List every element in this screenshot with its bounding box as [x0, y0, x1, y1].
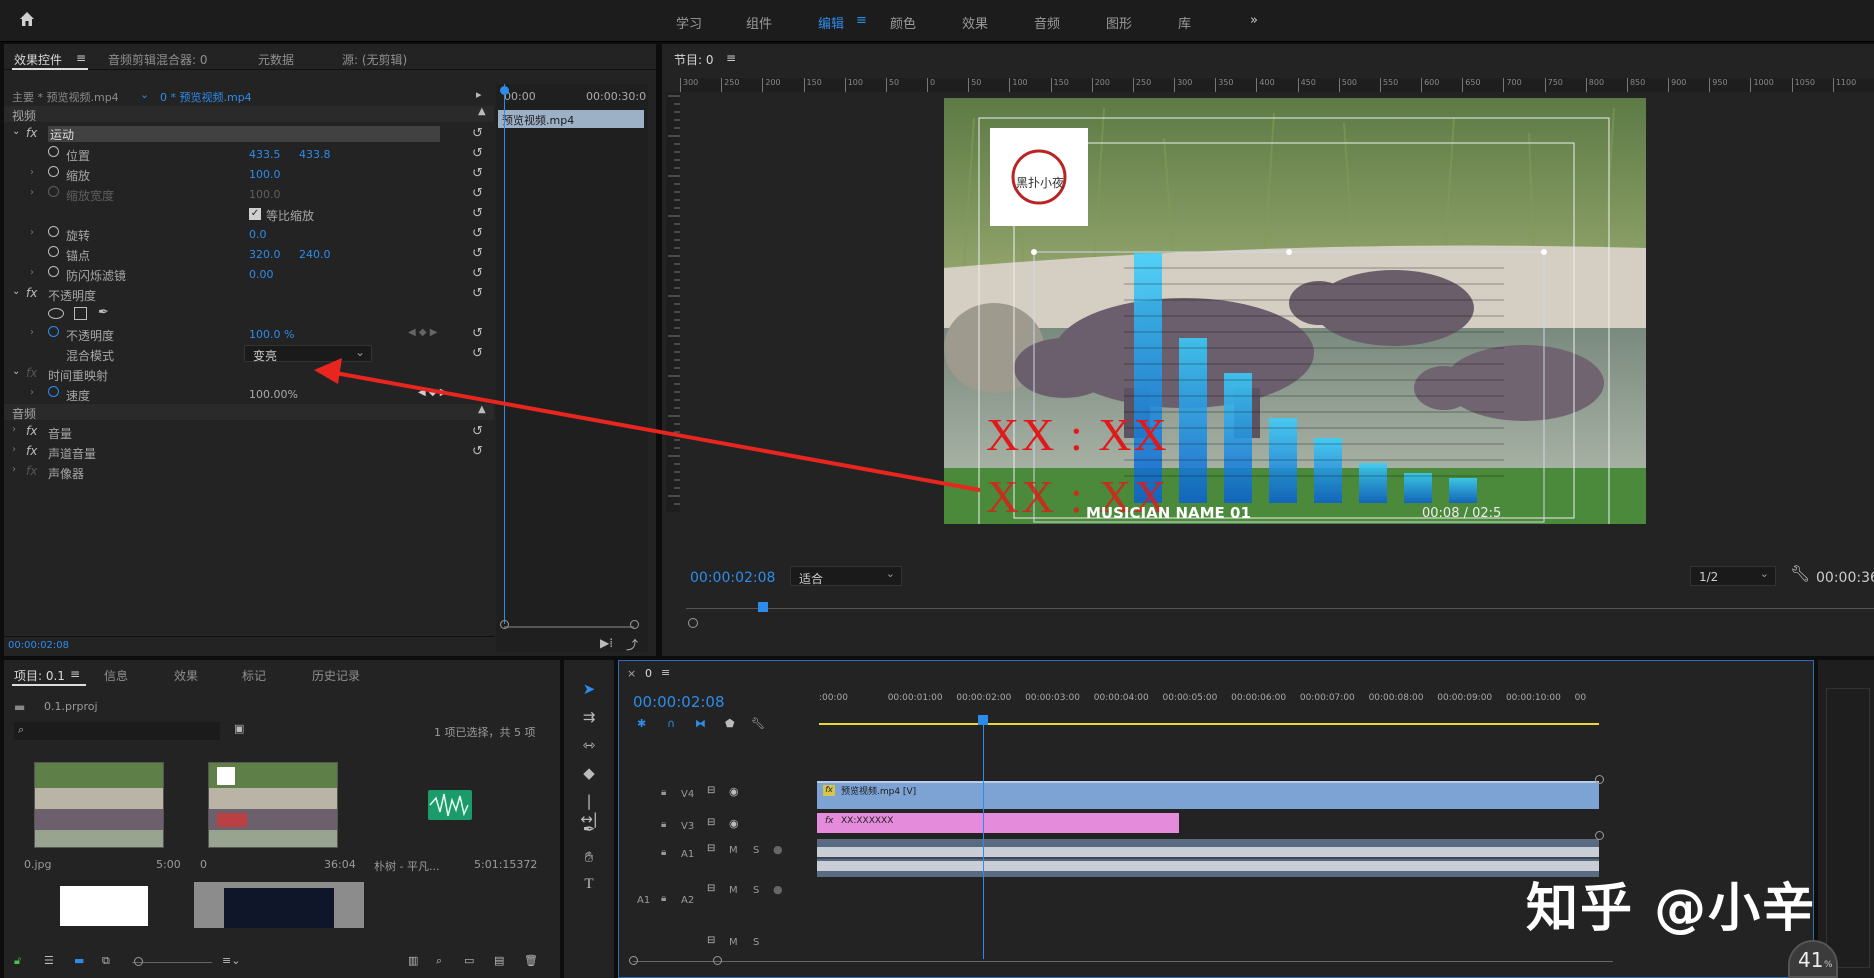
annotation-arrow [314, 358, 981, 492]
watermark-text: 知乎 @小辛 [1526, 879, 1817, 939]
zoom-badge-value: 41 [1798, 948, 1824, 972]
zoom-badge-unit: % [1824, 960, 1833, 970]
